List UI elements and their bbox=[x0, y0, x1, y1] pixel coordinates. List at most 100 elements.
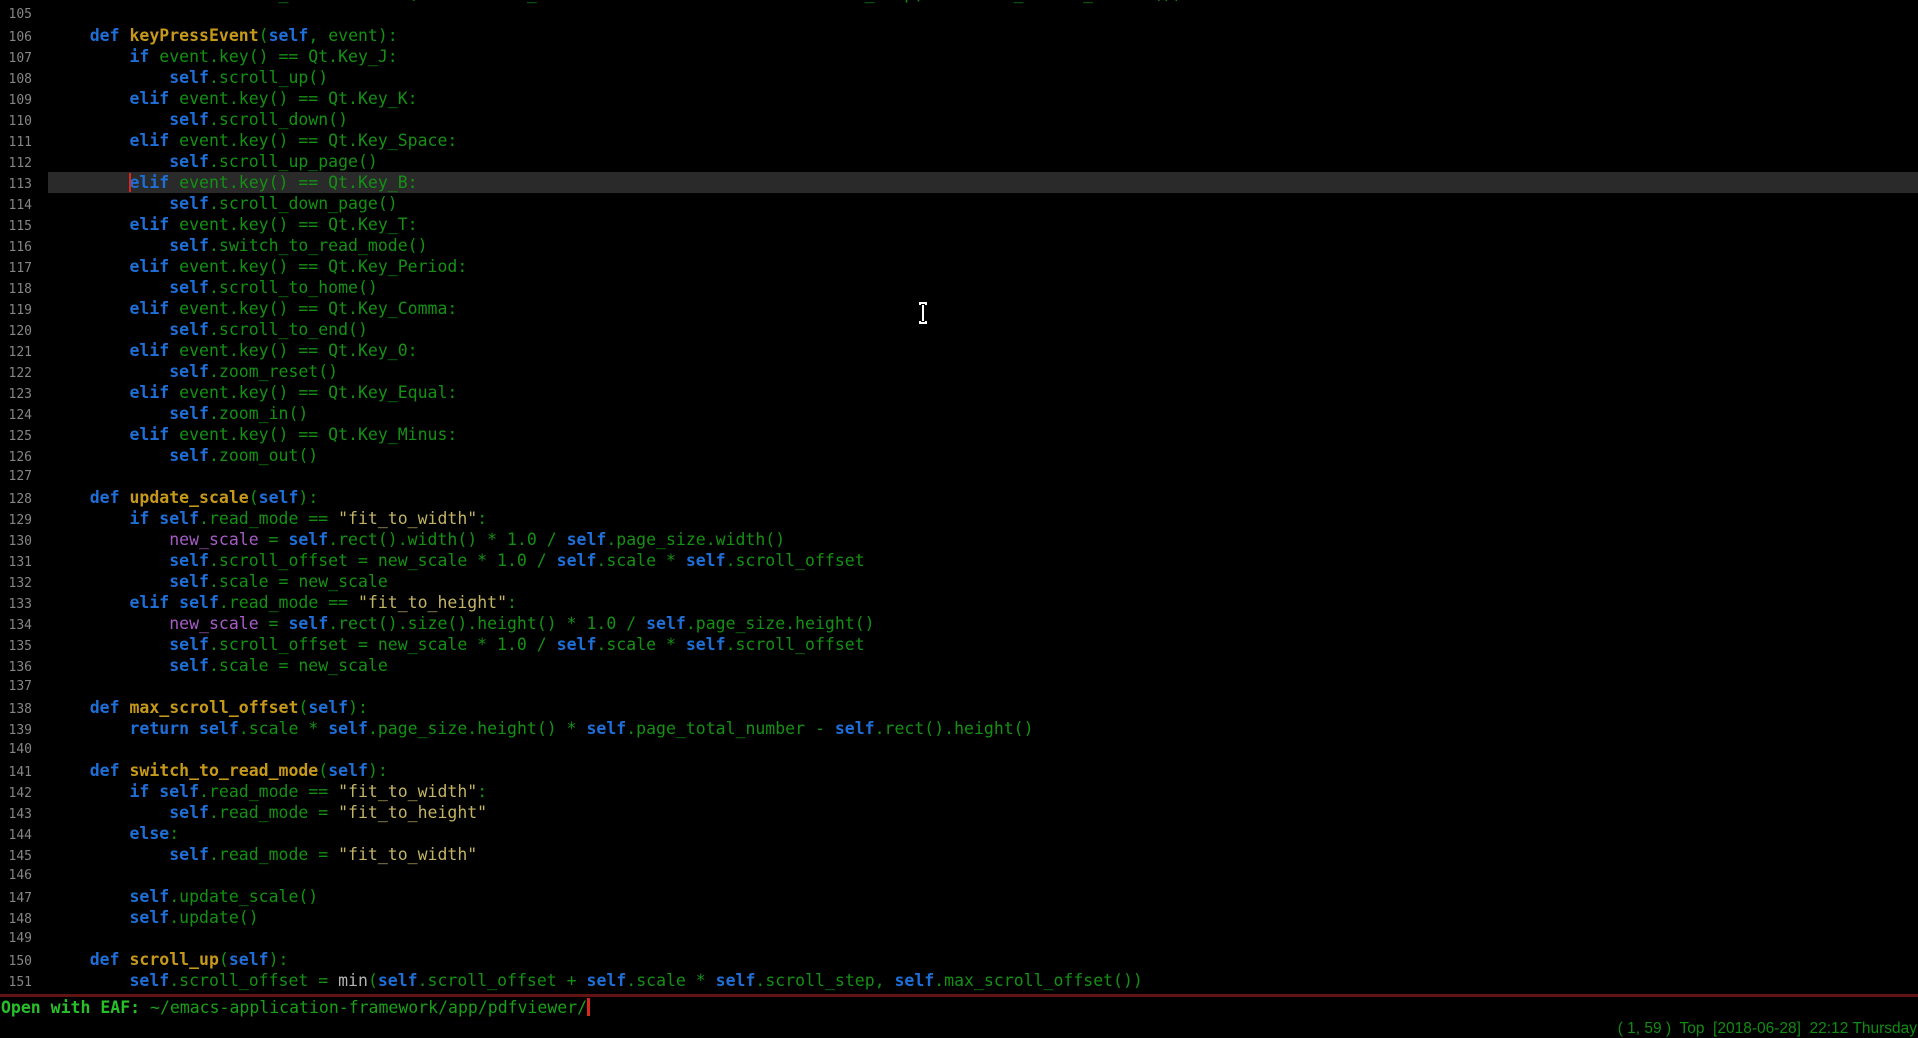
code-line: 114 self.scroll_down_page() bbox=[0, 193, 1918, 214]
line-number: 141 bbox=[0, 762, 32, 783]
code-text: if event.key() == Qt.Key_J: bbox=[32, 46, 398, 67]
code-text: elif event.key() == Qt.Key_Minus: bbox=[32, 424, 457, 445]
code-text: self.zoom_in() bbox=[32, 403, 308, 424]
code-text: if self.read_mode == "fit_to_width": bbox=[32, 781, 487, 802]
line-number: 114 bbox=[0, 195, 32, 216]
code-line: 107 if event.key() == Qt.Key_J: bbox=[0, 46, 1918, 67]
line-number: 151 bbox=[0, 972, 32, 993]
code-text: self.zoom_reset() bbox=[32, 361, 338, 382]
code-line: 121 elif event.key() == Qt.Key_0: bbox=[0, 340, 1918, 361]
code-text: def update_scale(self): bbox=[32, 487, 318, 508]
code-line: 119 elif event.key() == Qt.Key_Comma: bbox=[0, 298, 1918, 319]
code-line: 122 self.zoom_reset() bbox=[0, 361, 1918, 382]
line-number: 135 bbox=[0, 636, 32, 657]
code-line: 126 self.zoom_out() bbox=[0, 445, 1918, 466]
line-number: 146 bbox=[0, 865, 32, 886]
line-number: 126 bbox=[0, 447, 32, 468]
code-line: 143 self.read_mode = "fit_to_height" bbox=[0, 802, 1918, 823]
code-line: 106 def keyPressEvent(self, event): bbox=[0, 25, 1918, 46]
line-number: 125 bbox=[0, 426, 32, 447]
code-buffer[interactable]: self.scroll_offset = min(self.scroll_off… bbox=[0, 0, 1918, 991]
line-number: 128 bbox=[0, 489, 32, 510]
code-line: 147 self.update_scale() bbox=[0, 886, 1918, 907]
line-number: 119 bbox=[0, 300, 32, 321]
code-text: else: bbox=[32, 823, 179, 844]
code-line: 144 else: bbox=[0, 823, 1918, 844]
line-number: 143 bbox=[0, 804, 32, 825]
code-line: 110 self.scroll_down() bbox=[0, 109, 1918, 130]
line-number: 123 bbox=[0, 384, 32, 405]
line-number: 138 bbox=[0, 699, 32, 720]
line-number: 132 bbox=[0, 573, 32, 594]
code-text: self.read_mode = "fit_to_width" bbox=[32, 844, 477, 865]
line-number: 136 bbox=[0, 657, 32, 678]
line-number: 145 bbox=[0, 846, 32, 867]
code-line: 128 def update_scale(self): bbox=[0, 487, 1918, 508]
code-line: 138 def max_scroll_offset(self): bbox=[0, 697, 1918, 718]
code-line: 127 bbox=[0, 466, 1918, 487]
code-line: 133 elif self.read_mode == "fit_to_heigh… bbox=[0, 592, 1918, 613]
code-text: return self.scale * self.page_size.heigh… bbox=[32, 718, 1034, 739]
code-line: 108 self.scroll_up() bbox=[0, 67, 1918, 88]
line-number: 133 bbox=[0, 594, 32, 615]
code-line: 105 bbox=[0, 4, 1918, 25]
code-line: 135 self.scroll_offset = new_scale * 1.0… bbox=[0, 634, 1918, 655]
line-number: 131 bbox=[0, 552, 32, 573]
mouse-ibeam-cursor bbox=[916, 301, 930, 331]
line-number: 139 bbox=[0, 720, 32, 741]
code-line: 132 self.scale = new_scale bbox=[0, 571, 1918, 592]
code-line: 124 self.zoom_in() bbox=[0, 403, 1918, 424]
code-text: new_scale = self.rect().size().height() … bbox=[32, 613, 875, 634]
code-text: elif event.key() == Qt.Key_Period: bbox=[32, 256, 467, 277]
code-text: self.switch_to_read_mode() bbox=[32, 235, 428, 256]
code-line: 149 bbox=[0, 928, 1918, 949]
code-text: self.scroll_offset = min(self.scroll_off… bbox=[32, 970, 1143, 991]
line-number: 112 bbox=[0, 153, 32, 174]
line-number: 129 bbox=[0, 510, 32, 531]
line-number: 105 bbox=[0, 4, 32, 25]
code-text: def max_scroll_offset(self): bbox=[32, 697, 368, 718]
code-text: self.scroll_up_page() bbox=[32, 151, 378, 172]
code-text: self.update_scale() bbox=[32, 886, 318, 907]
code-text: self.scroll_to_end() bbox=[32, 319, 368, 340]
code-text: self.update() bbox=[32, 907, 259, 928]
code-text: self.scroll_to_home() bbox=[32, 277, 378, 298]
code-line: 129 if self.read_mode == "fit_to_width": bbox=[0, 508, 1918, 529]
line-number: 140 bbox=[0, 739, 32, 760]
code-line: 137 bbox=[0, 676, 1918, 697]
line-number: 110 bbox=[0, 111, 32, 132]
code-line: 146 bbox=[0, 865, 1918, 886]
line-number: 118 bbox=[0, 279, 32, 300]
minibuffer-input[interactable]: ~/emacs-application-framework/app/pdfvie… bbox=[150, 998, 587, 1017]
code-text: elif event.key() == Qt.Key_Equal: bbox=[32, 382, 457, 403]
line-number: 106 bbox=[0, 27, 32, 48]
line-number: 149 bbox=[0, 928, 32, 949]
code-line: 112 self.scroll_up_page() bbox=[0, 151, 1918, 172]
code-text: self.zoom_out() bbox=[32, 445, 318, 466]
code-text: def keyPressEvent(self, event): bbox=[32, 25, 398, 46]
code-text: elif event.key() == Qt.Key_0: bbox=[32, 340, 418, 361]
code-line: 123 elif event.key() == Qt.Key_Equal: bbox=[0, 382, 1918, 403]
line-number: 134 bbox=[0, 615, 32, 636]
line-number: 113 bbox=[0, 174, 32, 195]
line-number: 120 bbox=[0, 321, 32, 342]
line-number: 111 bbox=[0, 132, 32, 153]
line-number: 142 bbox=[0, 783, 32, 804]
line-number: 121 bbox=[0, 342, 32, 363]
line-number: 144 bbox=[0, 825, 32, 846]
code-text: elif event.key() == Qt.Key_Space: bbox=[32, 130, 457, 151]
line-number: 124 bbox=[0, 405, 32, 426]
code-line: 134 new_scale = self.rect().size().heigh… bbox=[0, 613, 1918, 634]
code-line: 140 bbox=[0, 739, 1918, 760]
code-text: def scroll_up(self): bbox=[32, 949, 288, 970]
code-line: 117 elif event.key() == Qt.Key_Period: bbox=[0, 256, 1918, 277]
code-text: self.scroll_down() bbox=[32, 109, 348, 130]
code-line: 120 self.scroll_to_end() bbox=[0, 319, 1918, 340]
line-number: 137 bbox=[0, 676, 32, 697]
code-text: elif event.key() == Qt.Key_B: bbox=[32, 172, 418, 193]
minibuffer[interactable]: Open with EAF: ~/emacs-application-frame… bbox=[1, 997, 590, 1018]
code-line: 125 elif event.key() == Qt.Key_Minus: bbox=[0, 424, 1918, 445]
code-line: 109 elif event.key() == Qt.Key_K: bbox=[0, 88, 1918, 109]
code-text: self.read_mode = "fit_to_height" bbox=[32, 802, 487, 823]
line-number: 147 bbox=[0, 888, 32, 909]
